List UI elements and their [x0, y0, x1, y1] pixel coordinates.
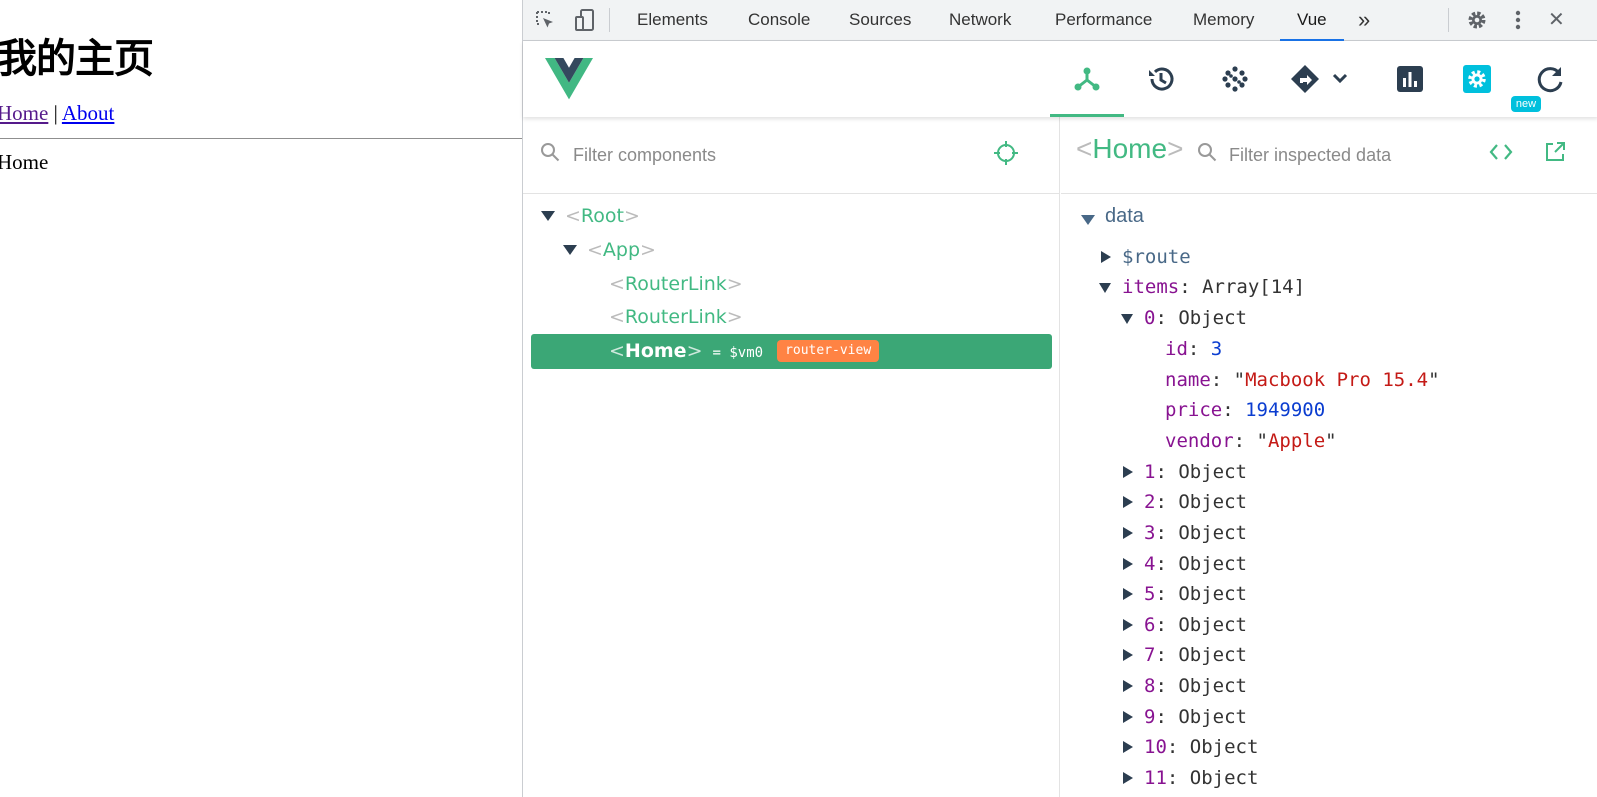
data-row-item[interactable]: 4: Object	[1123, 549, 1247, 580]
inspect-dom-code-icon[interactable]	[1489, 142, 1513, 162]
tab-vue[interactable]: Vue	[1280, 0, 1344, 41]
vue-settings-icon[interactable]	[1440, 41, 1514, 117]
data-field-vendor: vendor: "Apple"	[1165, 430, 1337, 452]
new-badge: new	[1511, 96, 1541, 112]
expand-arrow-icon[interactable]	[1123, 588, 1133, 600]
tab-sources[interactable]: Sources	[849, 0, 911, 40]
expand-arrow-icon[interactable]	[1123, 741, 1133, 753]
tree-node-routerlink[interactable]: <RouterLink>	[609, 268, 743, 300]
more-tabs-icon[interactable]: »	[1358, 0, 1370, 40]
expand-arrow-icon[interactable]	[1123, 466, 1133, 478]
more-options-icon[interactable]	[1503, 0, 1533, 40]
tab-console[interactable]: Console	[748, 0, 810, 40]
tab-elements[interactable]: Elements	[637, 0, 708, 40]
page-heading: 我的主页	[0, 36, 154, 82]
devtools-panel: Elements Console Sources Network Perform…	[522, 0, 1597, 797]
expand-arrow-icon[interactable]	[1123, 711, 1133, 723]
data-field-name: name: "Macbook Pro 15.4"	[1165, 369, 1440, 391]
expand-arrow-icon[interactable]	[1101, 251, 1111, 263]
tab-network[interactable]: Network	[949, 0, 1011, 40]
data-row-item[interactable]: 2: Object	[1123, 487, 1247, 518]
timeline-history-icon[interactable]	[1124, 41, 1198, 117]
expand-arrow-icon[interactable]	[1123, 680, 1133, 692]
expand-arrow-icon[interactable]	[1123, 619, 1133, 631]
expand-arrow-icon[interactable]	[1123, 558, 1133, 570]
data-row-route[interactable]: $route	[1101, 242, 1191, 273]
inspect-element-icon[interactable]	[525, 0, 565, 40]
tree-node-app[interactable]: <App>	[563, 234, 656, 266]
data-row-items[interactable]: items: Array[14]	[1099, 272, 1305, 303]
home-link[interactable]: Home	[0, 101, 48, 125]
vuex-store-icon[interactable]	[1198, 41, 1272, 117]
tree-node-root[interactable]: <Root>	[541, 200, 640, 232]
tabbar-separator	[609, 8, 610, 32]
settings-gear-icon[interactable]	[1459, 0, 1495, 40]
data-row-item[interactable]: 5: Object	[1123, 579, 1247, 610]
collapse-arrow-icon[interactable]	[1099, 283, 1111, 293]
expand-arrow-icon[interactable]	[1123, 496, 1133, 508]
data-field-price: price: 1949900	[1165, 399, 1326, 421]
tree-node-home[interactable]: <Home> = $vm0 router-view	[609, 335, 880, 367]
search-icon	[1198, 143, 1217, 162]
open-in-editor-icon[interactable]	[1544, 141, 1566, 163]
tabbar-separator	[1448, 8, 1449, 32]
tree-node-routerlink[interactable]: <RouterLink>	[609, 301, 743, 333]
filter-components-input[interactable]	[573, 138, 953, 172]
app-page: 我的主页 Home | About Home	[0, 0, 522, 797]
data-row-item[interactable]: 1: Object	[1123, 457, 1247, 488]
search-icon	[541, 143, 560, 162]
data-row-item-0[interactable]: 0: Object	[1121, 303, 1247, 334]
devtools-tabbar: Elements Console Sources Network Perform…	[523, 0, 1597, 41]
expand-arrow-icon[interactable]	[1123, 649, 1133, 661]
router-view-badge: router-view	[777, 340, 880, 362]
device-toolbar-icon[interactable]	[565, 0, 605, 40]
tab-performance[interactable]: Performance	[1055, 0, 1152, 40]
select-component-target-icon[interactable]	[993, 140, 1019, 166]
data-row-item[interactable]: 3: Object	[1123, 518, 1247, 549]
inspected-component-name: <Home>	[1076, 133, 1184, 164]
data-row-item[interactable]: 11: Object	[1123, 763, 1258, 794]
expand-arrow-icon[interactable]	[1123, 772, 1133, 784]
vm-reference: = $vm0	[712, 345, 764, 361]
data-field-id: id: 3	[1165, 338, 1223, 360]
components-tab-icon[interactable]	[1050, 41, 1124, 117]
collapse-arrow-icon[interactable]	[1081, 215, 1095, 225]
router-routing-icon[interactable]	[1275, 41, 1365, 117]
expand-arrow-icon[interactable]	[563, 245, 577, 255]
about-link[interactable]: About	[62, 101, 115, 125]
performance-chart-icon[interactable]	[1373, 41, 1447, 117]
inspector-header: <Home>	[1061, 117, 1597, 194]
expand-arrow-icon[interactable]	[541, 211, 555, 221]
vue-logo-icon	[541, 41, 597, 117]
data-row-item[interactable]: 9: Object	[1123, 702, 1247, 733]
collapse-arrow-icon[interactable]	[1121, 314, 1133, 324]
inspector-pane: <Home> data $route items: Array[14] 0:	[1061, 117, 1597, 797]
nav-separator: |	[53, 101, 58, 125]
data-row-item[interactable]: 8: Object	[1123, 671, 1247, 702]
close-devtools-icon[interactable]: ✕	[1548, 0, 1565, 40]
components-filter-bar	[523, 117, 1059, 194]
data-row-item[interactable]: 7: Object	[1123, 640, 1247, 671]
router-view-content: Home	[0, 150, 49, 174]
expand-arrow-icon[interactable]	[1123, 527, 1133, 539]
filter-inspected-data-input[interactable]	[1229, 138, 1474, 172]
vue-devtools-toolbar	[523, 41, 1597, 117]
data-row-item[interactable]: 10: Object	[1123, 732, 1258, 763]
data-section-toggle[interactable]: data	[1081, 205, 1144, 228]
data-row-item[interactable]: 6: Object	[1123, 610, 1247, 641]
divider	[0, 138, 522, 139]
tab-memory[interactable]: Memory	[1193, 0, 1254, 40]
components-pane: <Root> <App> <RouterLink> <RouterLink> <…	[523, 117, 1060, 797]
app-nav: Home | About	[0, 101, 114, 126]
